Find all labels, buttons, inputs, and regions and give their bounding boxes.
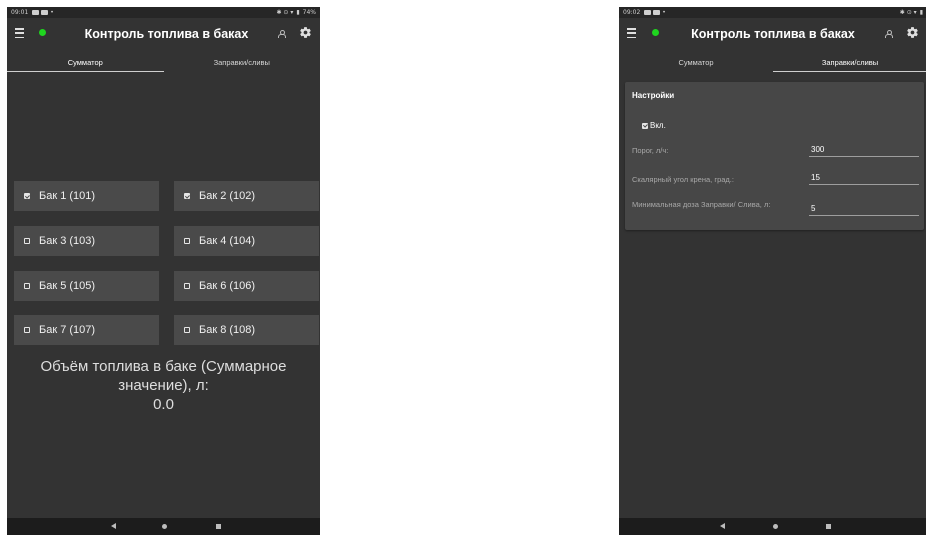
tab-summator-label: Сумматор (67, 58, 103, 67)
tab-refuel-drain-label: Заправки/сливы (821, 58, 879, 67)
tank-label: Бак 3 (103) (39, 235, 96, 247)
summator-panel: Бак 1 (101) Бак 2 (102) Бак 3 (103) Бак … (7, 76, 320, 518)
active-tab-indicator (7, 70, 164, 72)
status-bar: 09:02 • ✱ ⊙ ▾ ▮ (619, 7, 926, 18)
notification-icon (32, 10, 40, 15)
active-tab-indicator (773, 70, 926, 72)
signal-icon: ✱ ⊙ ▾ (276, 9, 294, 16)
roll-angle-label: Скалярный угол крена, град.: (632, 175, 734, 184)
checkbox-checked-icon (24, 193, 30, 199)
threshold-label: Порог, л/ч: (632, 146, 669, 155)
tank-toggle-2[interactable]: Бак 2 (102) (174, 181, 319, 211)
threshold-input[interactable]: 300 (809, 143, 919, 157)
tank-toggle-4[interactable]: Бак 4 (104) (174, 226, 319, 256)
system-nav-bar (619, 518, 926, 535)
tank-toggle-3[interactable]: Бак 3 (103) (14, 226, 159, 256)
nav-back-icon[interactable] (720, 523, 725, 529)
app-bar: Контроль топлива в баках (7, 18, 320, 51)
tank-toggle-5[interactable]: Бак 5 (105) (14, 271, 159, 301)
signal-icon: ✱ ⊙ ▾ (899, 9, 917, 16)
notification-dot-icon: • (50, 9, 54, 16)
nav-recent-icon[interactable] (826, 524, 831, 529)
settings-title: Настройки (632, 91, 675, 100)
app-bar: Контроль топлива в баках (619, 18, 926, 51)
tank-toggle-7[interactable]: Бак 7 (107) (14, 315, 159, 345)
notification-dot-icon: • (662, 9, 666, 16)
tab-summator-label: Сумматор (678, 58, 714, 67)
tab-refuel-drain[interactable]: Заправки/сливы (164, 51, 321, 76)
roll-angle-input[interactable]: 15 (809, 171, 919, 185)
checkbox-checked-icon (642, 122, 648, 129)
fuel-volume-readout: Объём топлива в баке (Суммарное значение… (7, 357, 320, 414)
nav-home-icon[interactable] (773, 524, 778, 529)
enable-label: Вкл. (650, 121, 666, 130)
tank-label: Бак 8 (108) (199, 324, 256, 336)
tank-toggle-1[interactable]: Бак 1 (101) (14, 181, 159, 211)
tab-refuel-drain-label: Заправки/сливы (213, 58, 270, 67)
tab-summator[interactable]: Сумматор (7, 51, 164, 76)
app-title: Контроль топлива в баках (84, 27, 249, 41)
gear-icon[interactable] (906, 26, 919, 39)
tank-label: Бак 1 (101) (39, 190, 96, 202)
fuel-volume-label-line1: Объём топлива в баке (Суммарное (40, 358, 287, 375)
status-bar: 09:01 • ✱ ⊙ ▾ ▮ 74% (7, 7, 320, 18)
notification-icon (653, 10, 661, 15)
nav-recent-icon[interactable] (216, 524, 221, 529)
screen-refuel-drain: 09:02 • ✱ ⊙ ▾ ▮ Контроль топлива в баках… (619, 7, 926, 535)
app-title: Контроль топлива в баках (691, 27, 855, 41)
tank-toggle-8[interactable]: Бак 8 (108) (174, 315, 319, 345)
settings-card: Настройки Вкл. Порог, л/ч: 300 Скалярный… (625, 82, 924, 230)
notification-icon (41, 10, 49, 15)
tab-bar: Сумматор Заправки/сливы (7, 51, 320, 76)
checkbox-unchecked-icon (184, 327, 190, 333)
tank-toggle-6[interactable]: Бак 6 (106) (174, 271, 319, 301)
tab-summator[interactable]: Сумматор (619, 51, 773, 76)
status-time: 09:01 (11, 9, 29, 16)
refuel-drain-panel: Настройки Вкл. Порог, л/ч: 300 Скалярный… (619, 76, 926, 518)
tank-label: Бак 6 (106) (199, 280, 256, 292)
checkbox-unchecked-icon (24, 283, 30, 289)
tank-label: Бак 7 (107) (39, 324, 96, 336)
fuel-volume-label-line2: значение), л: (118, 377, 209, 394)
fuel-volume-value: 0.0 (153, 396, 174, 413)
nav-home-icon[interactable] (162, 524, 167, 529)
tank-label: Бак 2 (102) (199, 190, 256, 202)
nav-back-icon[interactable] (111, 523, 116, 529)
person-icon[interactable] (885, 30, 893, 38)
tab-refuel-drain[interactable]: Заправки/сливы (773, 51, 926, 76)
checkbox-unchecked-icon (24, 327, 30, 333)
tank-label: Бак 5 (105) (39, 280, 96, 292)
status-time: 09:02 (623, 9, 641, 16)
battery-level: 74% (302, 9, 316, 16)
gear-icon[interactable] (299, 26, 312, 39)
checkbox-checked-icon (184, 193, 190, 199)
min-dose-label: Минимальная доза Заправки/ Слива, л: (632, 200, 771, 209)
tank-label: Бак 4 (104) (199, 235, 256, 247)
notification-icon (644, 10, 652, 15)
system-nav-bar (7, 518, 320, 535)
battery-icon: ▮ (296, 9, 300, 16)
checkbox-unchecked-icon (184, 238, 190, 244)
screen-summator: 09:01 • ✱ ⊙ ▾ ▮ 74% Контроль топлива в б… (7, 7, 320, 535)
battery-icon: ▮ (919, 9, 923, 16)
enable-checkbox[interactable]: Вкл. (642, 121, 666, 130)
tab-bar: Сумматор Заправки/сливы (619, 51, 926, 76)
checkbox-unchecked-icon (184, 283, 190, 289)
min-dose-input[interactable]: 5 (809, 202, 919, 216)
checkbox-unchecked-icon (24, 238, 30, 244)
person-icon[interactable] (278, 30, 286, 38)
